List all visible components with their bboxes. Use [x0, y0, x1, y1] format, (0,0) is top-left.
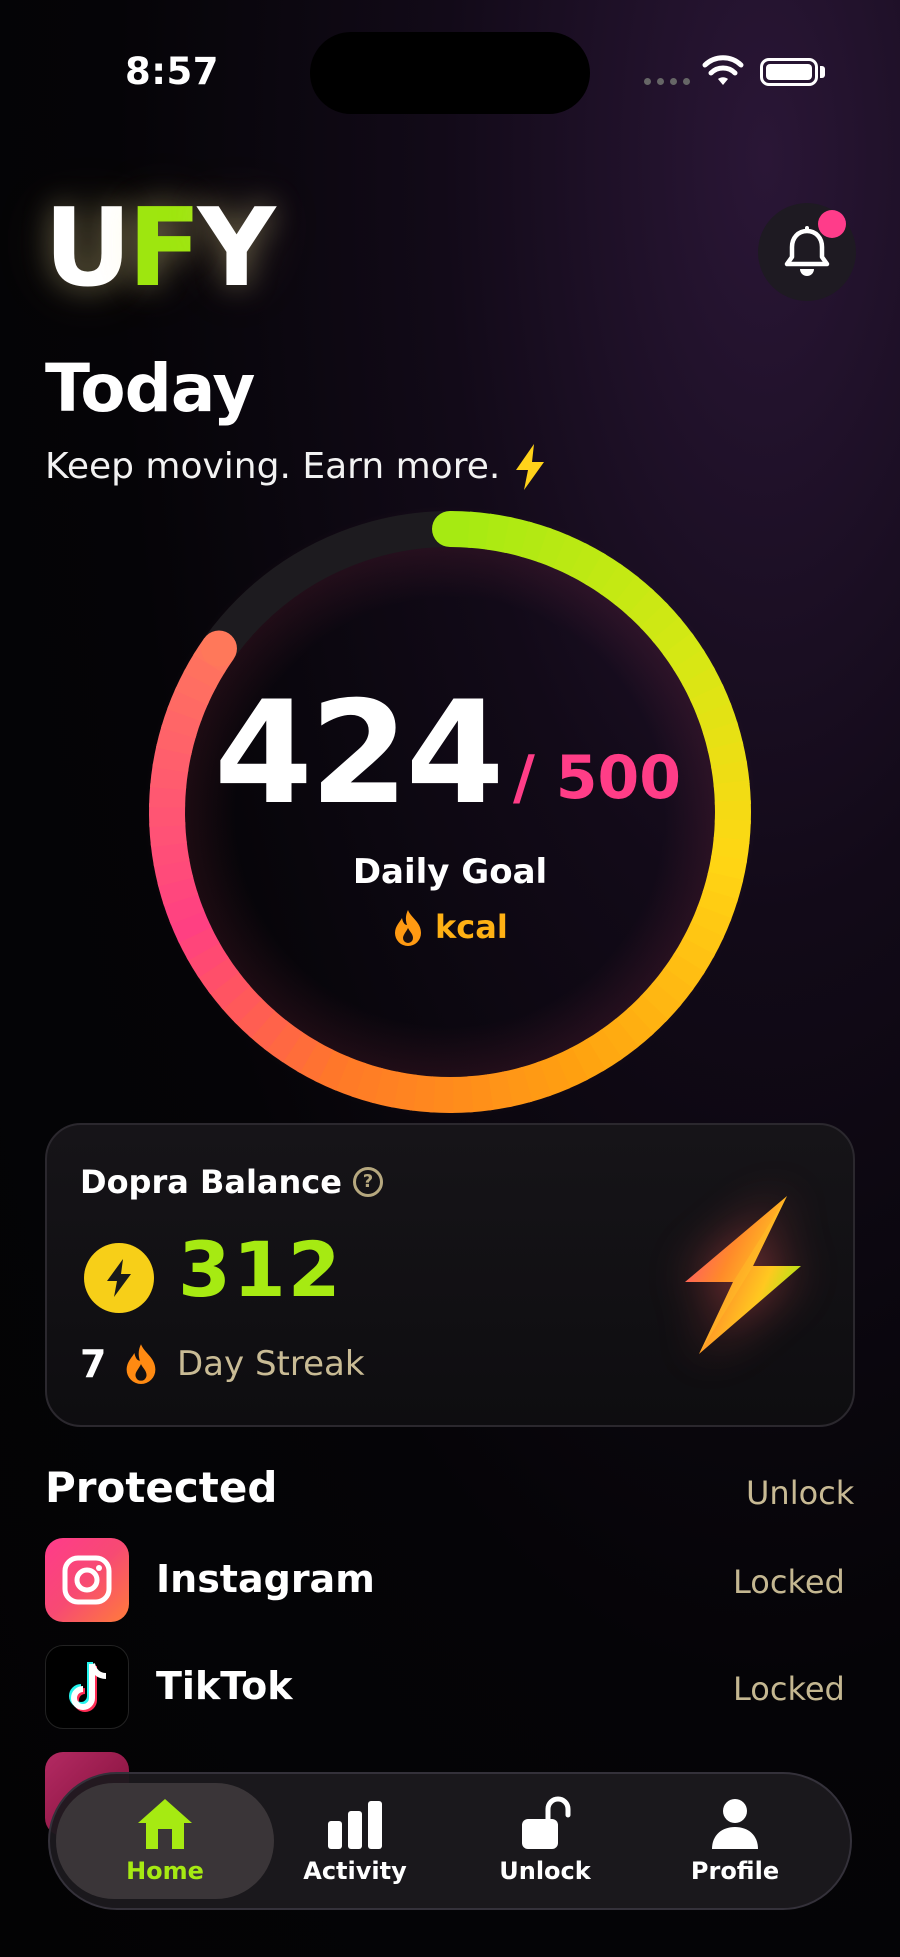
balance-value: 312 — [178, 1225, 343, 1314]
app-status: Locked — [733, 1670, 845, 1708]
status-time: 8:57 — [125, 50, 220, 93]
wifi-icon — [702, 55, 744, 85]
tab-unlock[interactable]: Unlock — [450, 1795, 640, 1885]
notification-badge — [818, 210, 846, 238]
energy-bolt-icon — [685, 1196, 801, 1354]
lightning-icon — [516, 444, 544, 490]
coin-lightning-icon — [107, 1259, 131, 1297]
page-subtitle: Keep moving. Earn more. — [45, 446, 501, 487]
tab-activity[interactable]: Activity — [260, 1795, 450, 1885]
flame-icon — [395, 910, 421, 946]
calories-goal: / 500 — [513, 743, 682, 813]
instagram-app-icon[interactable] — [45, 1538, 129, 1622]
dynamic-island — [310, 32, 590, 114]
coin-icon — [84, 1243, 154, 1313]
unlock-icon — [522, 1796, 571, 1849]
tiktok-icon — [69, 1662, 107, 1712]
page-title: Today — [45, 350, 255, 427]
tab-profile[interactable]: Profile — [640, 1795, 830, 1885]
battery-icon — [760, 58, 818, 86]
tab-home[interactable]: Home — [70, 1795, 260, 1885]
app-name: TikTok — [156, 1664, 293, 1708]
streak-label: Day Streak — [177, 1344, 365, 1384]
help-icon[interactable]: ? — [353, 1167, 383, 1197]
tab-label: Unlock — [499, 1857, 591, 1885]
daily-goal-label: Daily Goal — [352, 852, 548, 892]
ring-cap — [200, 630, 237, 667]
bar-chart-icon — [328, 1801, 382, 1849]
unit-label: kcal — [435, 908, 508, 946]
streak-flame-icon — [126, 1344, 156, 1384]
calories-value: 424 — [214, 671, 504, 836]
unlock-all-button[interactable]: Unlock — [746, 1474, 854, 1512]
app-name: Instagram — [156, 1557, 375, 1601]
tab-label: Profile — [690, 1857, 780, 1885]
protected-title: Protected — [45, 1463, 278, 1512]
app-status: Locked — [733, 1563, 845, 1601]
tiktok-app-icon[interactable] — [45, 1645, 129, 1729]
ring-cap — [432, 511, 468, 547]
home-icon — [138, 1799, 192, 1849]
unit-row: kcal — [393, 908, 508, 946]
person-icon — [712, 1799, 758, 1849]
instagram-icon — [62, 1555, 112, 1605]
tab-label: Home — [126, 1857, 204, 1885]
battery-tip — [820, 66, 825, 78]
signal-icon — [644, 78, 690, 85]
tab-label: Activity — [303, 1857, 407, 1885]
app-logo: UFY — [44, 186, 276, 311]
balance-title: Dopra Balance — [80, 1163, 342, 1201]
streak-count: 7 — [80, 1342, 107, 1386]
